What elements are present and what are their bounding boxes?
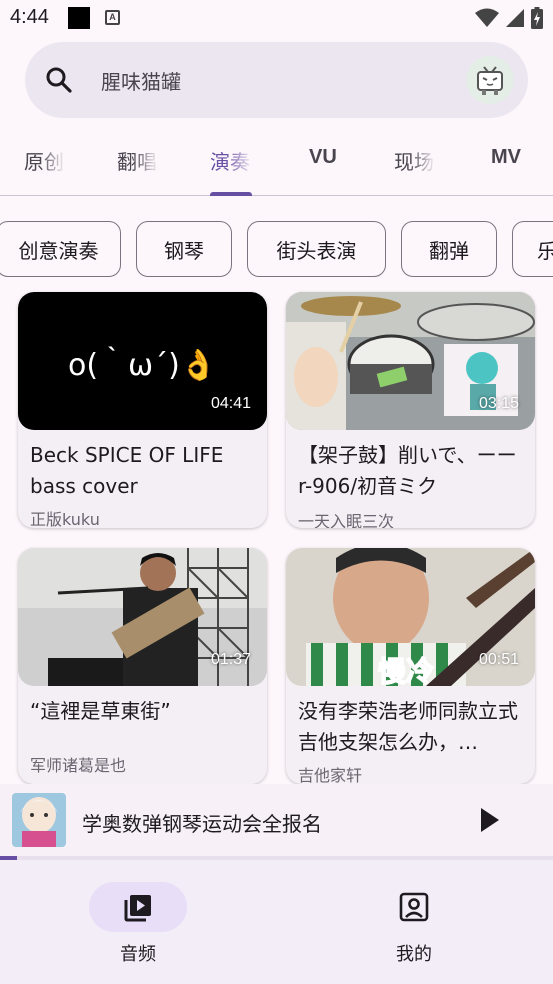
- video-duration: 03:15: [478, 395, 519, 412]
- chip-label: 翻弹: [429, 238, 469, 263]
- video-thumbnail: 03:15: [286, 292, 535, 430]
- video-author: 一天入眠三次: [298, 512, 395, 528]
- chip-partial[interactable]: 乐: [512, 221, 553, 277]
- video-card[interactable]: o(｀ω´)👌 04:41 Beck SPICE OF LIFE bass co…: [18, 292, 267, 528]
- tv-mascot-icon: [466, 56, 514, 104]
- video-thumbnail: 01:37: [18, 548, 267, 686]
- bottom-navigation: 音频 我的: [0, 860, 553, 984]
- profile-icon: [399, 892, 429, 922]
- wifi-icon: [475, 8, 499, 27]
- nav-audio[interactable]: 音频: [89, 882, 189, 972]
- avatar[interactable]: [466, 56, 514, 104]
- mini-player[interactable]: 学奥数弹钢琴运动会全报名: [0, 784, 553, 856]
- video-title: “這裡是草東街”: [30, 699, 171, 723]
- tab-vu[interactable]: VU: [309, 146, 337, 169]
- video-title: Beck SPICE OF LIFE bass cover: [30, 443, 224, 498]
- nav-mine[interactable]: 我的: [365, 882, 465, 972]
- signal-icon: [506, 9, 524, 27]
- video-author: 军师诸葛是也: [30, 756, 127, 775]
- audio-library-icon: [124, 895, 151, 922]
- video-card[interactable]: 慢冷 00:51 没有李荣浩老师同款立式吉他支架怎么办，… 吉他家轩: [286, 548, 535, 784]
- chip-street-performance[interactable]: 街头表演: [247, 221, 386, 277]
- thumbnail-caption: 慢冷: [377, 654, 435, 686]
- video-title-text: 没有李荣浩老师同款立式吉他支架怎么办，: [298, 699, 518, 754]
- video-duration: 04:41: [210, 395, 251, 412]
- keyboard-icon: A: [105, 10, 120, 25]
- play-icon[interactable]: [478, 806, 502, 834]
- search-input[interactable]: 腥味猫罐: [101, 66, 181, 95]
- chip-creative-performance[interactable]: 创意演奏: [0, 221, 121, 277]
- tab-indicator: [210, 192, 252, 196]
- chip-label: 钢琴: [164, 238, 204, 263]
- video-card[interactable]: 01:37 “這裡是草東街” 军师诸葛是也: [18, 548, 267, 784]
- search-bar[interactable]: 腥味猫罐: [25, 42, 528, 118]
- ellipsis: …: [458, 730, 478, 754]
- status-bar: 4:44 A: [0, 0, 553, 38]
- video-author: 吉他家轩: [298, 766, 363, 784]
- category-tabs: 原创 翻唱 演奏 VU 现场 MV: [0, 128, 553, 196]
- status-time: 4:44: [10, 6, 49, 28]
- battery-icon: [531, 7, 543, 29]
- album-cover: [12, 793, 66, 847]
- chip-label: 乐: [537, 235, 553, 264]
- tab-fade: [40, 138, 74, 178]
- nav-label: 我的: [396, 944, 432, 965]
- video-title: 【架子鼓】削いで、ーーr-906/初音ミク: [298, 443, 517, 498]
- video-thumbnail: o(｀ω´)👌 04:41: [18, 292, 267, 430]
- system-icons: [475, 6, 543, 30]
- notification-icon: [68, 7, 90, 29]
- search-icon[interactable]: [43, 64, 75, 96]
- cover-image: [12, 793, 66, 847]
- chip-label: 创意演奏: [18, 238, 99, 263]
- video-duration: 01:37: [210, 651, 251, 668]
- tab-fade: [133, 138, 167, 178]
- tab-fade: [410, 138, 444, 178]
- video-card[interactable]: 03:15 【架子鼓】削いで、ーーr-906/初音ミク 一天入眠三次: [286, 292, 535, 528]
- now-playing-title: 学奥数弹钢琴运动会全报名: [82, 812, 322, 836]
- thumbnail-kaomoji: o(｀ω´)👌: [68, 348, 218, 383]
- chip-fingerstyle[interactable]: 翻弹: [401, 221, 497, 277]
- tab-fade: [226, 138, 260, 178]
- nav-label: 音频: [120, 944, 156, 965]
- video-duration: 00:51: [478, 651, 519, 668]
- video-thumbnail: 慢冷 00:51: [286, 548, 535, 686]
- video-title: 没有李荣浩老师同款立式吉他支架怎么办，…: [298, 696, 524, 758]
- tab-mv[interactable]: MV: [491, 146, 521, 169]
- chip-label: 街头表演: [276, 238, 357, 263]
- chip-piano[interactable]: 钢琴: [136, 221, 232, 277]
- video-author: 正版kuku: [30, 510, 100, 528]
